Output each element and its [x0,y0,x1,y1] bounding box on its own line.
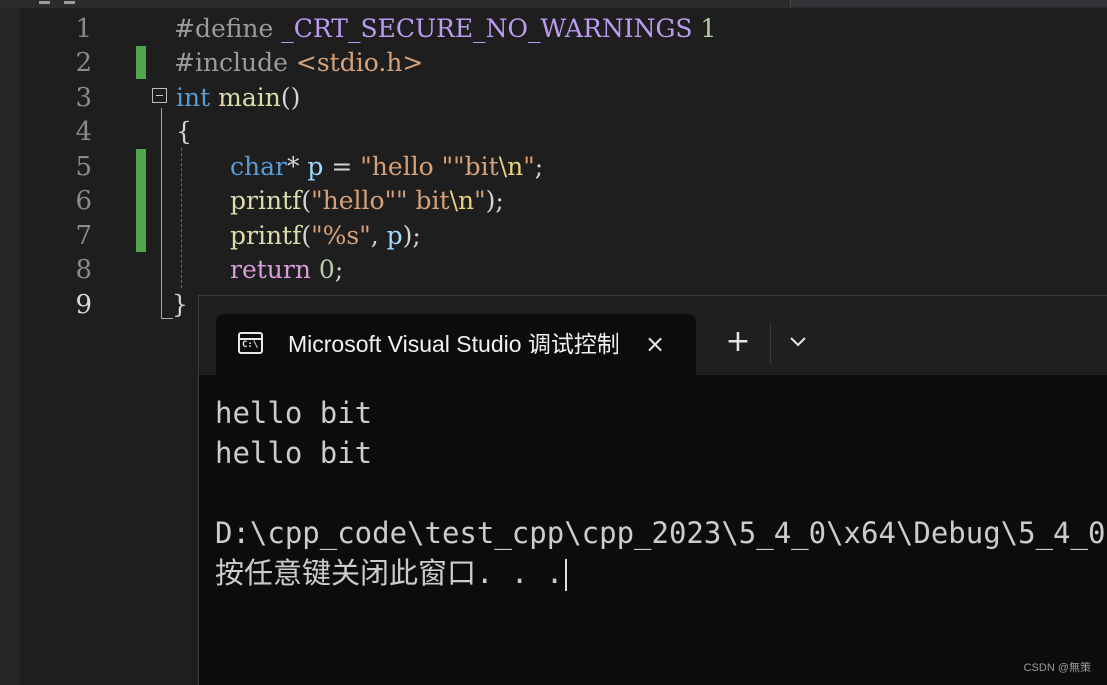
change-indicator-bar [136,149,146,252]
include-header: <stdio.h> [295,48,424,77]
member-dropdown[interactable] [790,0,1107,7]
new-tab-icon[interactable]: + [722,326,754,358]
return-keyword: return [230,255,311,284]
top-strip-dash [64,1,75,4]
open-brace: { [176,117,192,146]
semicolon: ; [334,255,344,284]
number-literal: 0 [318,255,335,284]
line-number: 8 [75,255,92,285]
semicolon: ; [534,152,544,181]
output-line: hello bit [215,396,373,430]
collapse-toggle-icon[interactable] [152,88,167,103]
format-string: "%s" [311,221,371,250]
code-line-4[interactable]: { [176,115,192,149]
code-line-5[interactable]: char* p = "hello ""bit\n"; [230,150,543,184]
terminal-icon-text: C:\ [242,340,259,350]
macro-name: _CRT_SECURE_NO_WARNINGS [281,14,693,43]
line-number: 7 [75,221,92,251]
code-line-6[interactable]: printf("hello"" bit\n"); [230,184,504,218]
code-line-8[interactable]: return 0; [230,253,343,287]
string-literal: "hello ""bit [360,152,499,181]
tab-title: Microsoft Visual Studio 调试控制台 [288,331,618,357]
fold-region-line [161,108,162,318]
change-indicator-bar [136,46,146,79]
console-titlebar[interactable]: C:\ Microsoft Visual Studio 调试控制台 × + [199,296,1107,375]
line-number: 1 [75,14,92,44]
assign-op: = [331,152,353,181]
close-paren: ); [485,186,504,215]
line-number: 4 [75,117,92,147]
debug-console-window[interactable]: C:\ Microsoft Visual Studio 调试控制台 × + he… [198,295,1107,685]
preprocessor-directive: #include [174,48,288,77]
indent-guide [181,148,182,288]
code-line-2[interactable]: #include <stdio.h> [174,46,423,80]
code-line-7[interactable]: printf("%s", p); [230,219,421,253]
open-paren: ( [301,221,312,250]
string-literal: "hello"" bit [311,186,450,215]
watermark: CSDN @無策 [1023,662,1091,674]
prompt-text: 按任意键关闭此窗口. . . [215,556,564,590]
console-output[interactable]: hello bit hello bit D:\cpp_code\test_cpp… [215,393,1107,593]
output-line: D:\cpp_code\test_cpp\cpp_2023\5_4_0\x64\… [215,516,1107,550]
code-line-3[interactable]: int main() [176,81,300,115]
variable-name: p [307,152,324,181]
type-keyword: int [176,83,211,112]
line-number: 2 [75,48,92,78]
variable-name: p [386,221,403,250]
string-quote: " [474,186,486,215]
pointer-star: * [286,152,300,181]
comma: , [370,221,379,250]
top-strip-dash [39,1,50,4]
output-line: hello bit [215,436,373,470]
function-call: printf [230,221,302,250]
escape-sequence: \n [449,186,475,215]
line-number: 6 [75,186,92,216]
close-paren: ); [402,221,421,250]
function-call: printf [230,186,302,215]
terminal-icon: C:\ [238,332,263,354]
close-tab-icon[interactable]: × [641,328,669,360]
titlebar-separator [770,322,771,364]
open-paren: ( [301,186,312,215]
editor-top-strip [0,0,1107,8]
escape-sequence: \n [498,152,524,181]
type-keyword: char [230,152,287,181]
output-prompt-line: 按任意键关闭此窗口. . . [215,553,1107,593]
close-brace: } [172,290,188,319]
string-quote: " [523,152,535,181]
code-line-9[interactable]: } [172,288,188,322]
code-line-1[interactable]: #define _CRT_SECURE_NO_WARNINGS 1 [174,12,716,46]
line-number-current: 9 [75,290,92,320]
parens: () [280,83,301,112]
chevron-down-icon[interactable] [784,326,812,358]
macro-value: 1 [700,14,717,43]
line-number: 3 [75,83,92,113]
console-tab[interactable]: C:\ Microsoft Visual Studio 调试控制台 × [216,314,696,375]
preprocessor-directive: #define [174,14,274,43]
text-cursor [565,559,568,591]
editor-left-margin [0,8,20,685]
line-number: 5 [75,152,92,182]
function-name: main [218,83,281,112]
